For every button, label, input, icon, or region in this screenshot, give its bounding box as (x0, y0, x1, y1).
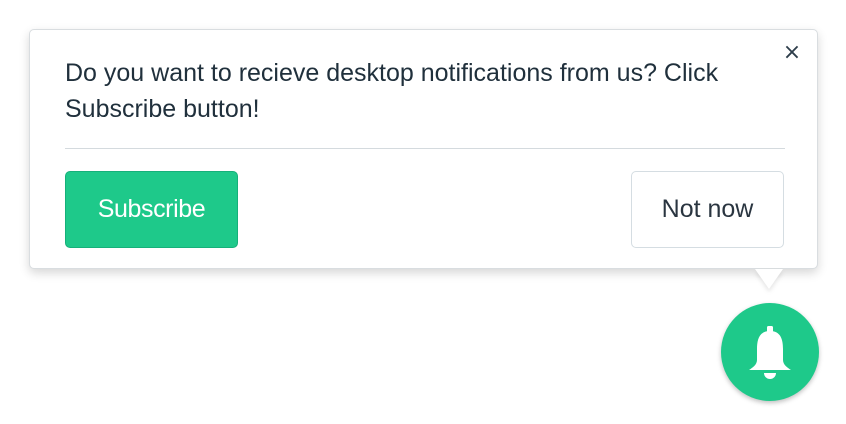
bell-icon (749, 326, 791, 379)
divider (65, 148, 785, 149)
notification-prompt: Do you want to recieve desktop notificat… (29, 29, 818, 269)
popup-pointer (755, 269, 783, 289)
not-now-button[interactable]: Not now (631, 171, 784, 248)
prompt-message: Do you want to recieve desktop notificat… (65, 59, 719, 123)
subscribe-button[interactable]: Subscribe (65, 171, 238, 248)
page: Do you want to recieve desktop notificat… (0, 0, 846, 424)
close-button[interactable]: × (781, 42, 803, 64)
notification-bell-button[interactable] (721, 303, 819, 401)
